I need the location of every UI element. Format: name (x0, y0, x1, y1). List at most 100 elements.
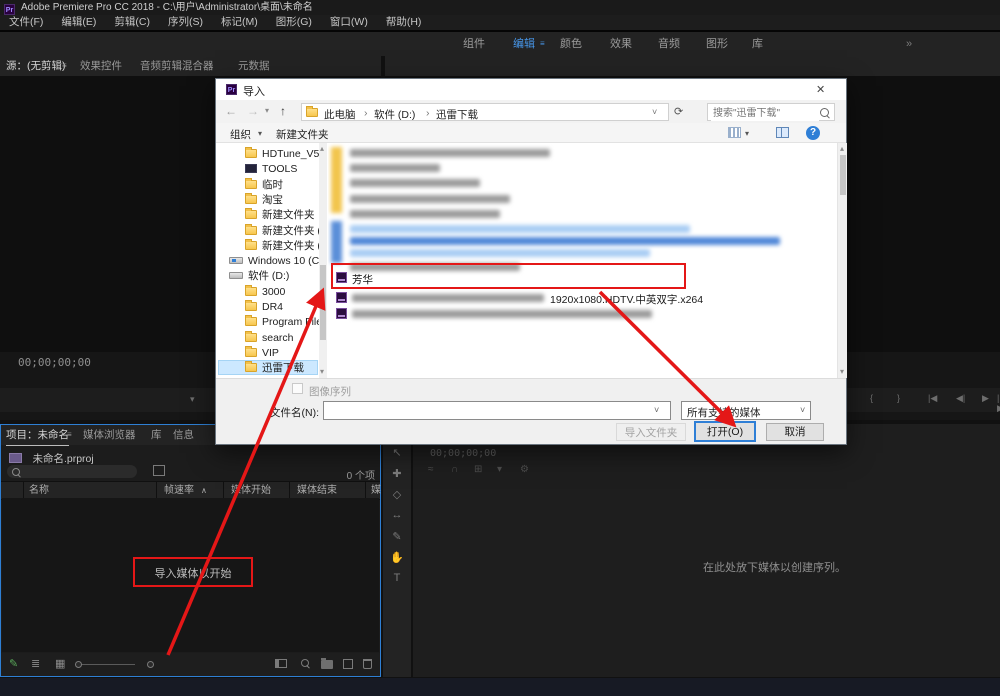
image-sequence-checkbox[interactable] (292, 383, 303, 394)
workspace-tab-effects[interactable]: 效果 (610, 32, 632, 56)
file-row[interactable] (328, 306, 837, 322)
timeline-settings-icon[interactable]: ⚙ (520, 464, 529, 475)
tree-item[interactable]: 新建文件夹 (245, 208, 326, 223)
menu-clip[interactable]: 剪辑(C) (105, 15, 159, 30)
menu-graphics[interactable]: 图形(G) (267, 15, 321, 30)
tree-scrollbar[interactable]: ▴ ▾ (319, 143, 327, 378)
tree-item-selected[interactable]: 迅雷下载 (245, 361, 326, 376)
project-search-input[interactable] (7, 465, 137, 478)
view-caret-icon[interactable]: ▾ (745, 129, 749, 138)
workspace-tab-assembly[interactable]: 组件 (463, 32, 485, 56)
tree-item-drive-d[interactable]: 软件 (D:) (229, 269, 326, 284)
list-view-icon[interactable]: ≣ (31, 657, 40, 670)
icon-view-icon[interactable]: ▦ (55, 657, 65, 670)
scroll-down-icon[interactable]: ▾ (320, 368, 324, 376)
search-box[interactable] (707, 103, 835, 121)
tree-item[interactable]: HDTune_V5.7( (245, 147, 326, 162)
new-item-icon[interactable] (343, 659, 353, 669)
workspace-tab-editing[interactable]: 编辑 (513, 32, 535, 56)
refresh-icon[interactable]: ⟳ (674, 105, 683, 118)
col-media-end[interactable]: 媒体结束 (297, 482, 337, 499)
tree-item[interactable]: TOOLS (245, 162, 326, 177)
track-select-tool-icon[interactable]: ✚ (383, 467, 411, 480)
marker-caret-icon[interactable]: ▾ (497, 464, 502, 475)
sort-asc-icon[interactable]: ∧ (201, 482, 207, 499)
project-writable-icon[interactable]: ✎ (9, 657, 18, 670)
file-list[interactable]: 芳华 1920x1080.HDTV.中英双字.x264 (328, 143, 837, 378)
back-icon[interactable]: ← (225, 104, 237, 118)
tab-project[interactable]: 项目：未命名 (6, 425, 69, 446)
linked-selection-icon[interactable]: ⊞ (474, 464, 482, 475)
tab-libraries[interactable]: 库 (151, 425, 162, 445)
automate-to-sequence-icon[interactable] (275, 659, 287, 668)
menu-marker[interactable]: 标记(M) (212, 15, 267, 30)
workspace-tab-graphics[interactable]: 图形 (706, 32, 728, 56)
col-name[interactable]: 名称 (29, 482, 49, 499)
tree-item[interactable]: 临时 (245, 178, 326, 193)
workspace-tab-libraries[interactable]: 库 (752, 32, 763, 56)
zoom-slider[interactable] (75, 664, 135, 665)
step-back-icon[interactable]: ◀| (956, 393, 965, 404)
mark-in-icon[interactable]: { (870, 393, 873, 403)
tree-item[interactable]: Program File (245, 315, 326, 330)
workspace-overflow-icon[interactable]: » (906, 32, 912, 56)
dialog-title-bar[interactable]: Pr 导入 ✕ (216, 79, 846, 100)
col-media-start[interactable]: 媒体开始 (231, 482, 271, 499)
type-tool-icon[interactable]: T (383, 572, 411, 584)
tree-item[interactable]: 新建文件夹 (2) (245, 224, 326, 239)
delete-icon[interactable] (363, 659, 372, 669)
tab-effect-controls[interactable]: 效果控件 (80, 56, 122, 76)
tab-metadata[interactable]: 元数据 (238, 56, 270, 76)
tree-item-drive-c[interactable]: Windows 10 (C (229, 254, 326, 269)
tab-audio-clip-mixer[interactable]: 音频剪辑混合器 (140, 56, 214, 76)
tree-item[interactable]: search (245, 331, 326, 346)
slip-tool-icon[interactable]: ↔ (383, 509, 411, 521)
up-icon[interactable]: ↑ (280, 104, 286, 118)
find-icon[interactable] (301, 659, 309, 667)
breadcrumb-this-pc[interactable]: 此电脑 (324, 107, 356, 122)
list-scrollbar-thumb[interactable] (840, 155, 846, 195)
menu-help[interactable]: 帮助(H) (377, 15, 431, 30)
workspace-tab-color[interactable]: 颜色 (560, 32, 582, 56)
workspace-tab-audio[interactable]: 音频 (658, 32, 680, 56)
workspace-menu-icon[interactable]: ≡ (540, 32, 545, 56)
search-input[interactable] (711, 105, 819, 121)
menu-window[interactable]: 窗口(W) (321, 15, 377, 30)
tree-item[interactable]: VIP (245, 346, 326, 361)
list-scrollbar[interactable]: ▴ ▾ (837, 143, 847, 378)
scroll-up-icon[interactable]: ▴ (840, 145, 844, 153)
file-row[interactable]: 1920x1080.HDTV.中英双字.x264 (328, 290, 837, 306)
media-filter-select[interactable]: 所有支持的媒体 ˅ (681, 401, 811, 420)
hand-tool-icon[interactable]: ✋ (383, 551, 411, 564)
go-to-in-icon[interactable]: |◀ (928, 393, 937, 404)
scroll-down-icon[interactable]: ▾ (840, 368, 844, 376)
breadcrumb-caret-icon[interactable]: ˅ (652, 107, 657, 117)
import-folder-button[interactable]: 导入文件夹 (616, 423, 686, 441)
tree-item[interactable]: 3000 (245, 285, 326, 300)
breadcrumb-drive-d[interactable]: 软件 (D:) (374, 107, 415, 122)
new-bin-icon[interactable] (321, 660, 333, 669)
close-icon[interactable]: ✕ (816, 83, 825, 96)
tree-item[interactable]: 新建文件夹 (3) (245, 239, 326, 254)
open-button[interactable]: 打开(O) (694, 421, 756, 442)
insert-mode-icon[interactable]: ≈ (428, 464, 434, 475)
menu-edit[interactable]: 编辑(E) (52, 15, 105, 30)
filename-caret-icon[interactable]: ˅ (654, 405, 659, 415)
menu-file[interactable]: 文件(F) (0, 15, 52, 30)
tab-media-browser[interactable]: 媒体浏览器 (83, 425, 136, 445)
snap-icon[interactable]: ∩ (451, 464, 458, 475)
mark-out-icon[interactable]: } (897, 393, 900, 403)
tree-scrollbar-thumb[interactable] (320, 265, 326, 340)
panel-menu-icon[interactable]: ≡ (62, 56, 67, 76)
breadcrumb-current-folder[interactable]: 迅雷下载 (436, 107, 478, 122)
bin-path-icon[interactable] (153, 465, 165, 476)
cancel-button[interactable]: 取消 (766, 423, 824, 441)
tab-info[interactable]: 信息 (173, 425, 194, 445)
tab-source[interactable]: 源：(无剪辑) (6, 56, 66, 77)
scroll-up-icon[interactable]: ▴ (320, 145, 324, 153)
pen-tool-icon[interactable]: ✎ (383, 530, 411, 543)
ripple-edit-tool-icon[interactable]: ◇ (383, 488, 411, 501)
file-row-selected[interactable]: 芳华 (328, 270, 837, 286)
tree-item[interactable]: DR4 (245, 300, 326, 315)
organize-button[interactable]: 组织 (230, 127, 251, 142)
